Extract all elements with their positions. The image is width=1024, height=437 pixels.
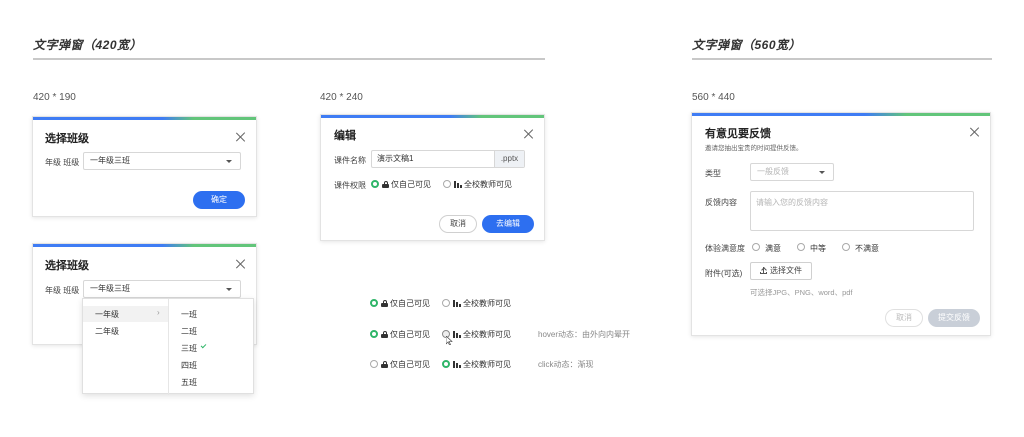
rating-medium-label: 中等: [810, 244, 826, 253]
rating-radio-dissatisfied[interactable]: [842, 243, 850, 251]
dialog-title: 编辑: [334, 130, 356, 142]
radio-all-clicked[interactable]: [442, 360, 450, 368]
radio-self-label: 仅自己可见: [382, 179, 431, 190]
close-icon[interactable]: [524, 129, 534, 139]
section-divider-420: [33, 58, 545, 60]
radio-self-label: 仅自己可见: [381, 359, 430, 370]
file-suffix: .pptx: [494, 151, 524, 167]
radio-self-default[interactable]: [370, 299, 378, 307]
radio-all-label: 全校教师可见: [453, 359, 511, 370]
type-label: 类型: [705, 169, 721, 178]
rating-dissatisfied-label: 不满意: [855, 244, 879, 253]
confirm-button[interactable]: 确定: [193, 191, 245, 209]
select-value: 一年级三班: [90, 156, 130, 165]
upload-icon: [760, 267, 767, 274]
dialog-title: 选择班级: [45, 133, 89, 145]
radio-all-default[interactable]: [442, 299, 450, 307]
content-label: 反馈内容: [705, 198, 737, 207]
dialog-accent-bar: [321, 115, 544, 118]
grade-item[interactable]: 二年级: [95, 326, 119, 337]
name-value: 演示文稿1: [377, 154, 414, 163]
building-icon: [453, 300, 461, 307]
grade-class-select[interactable]: 一年级三班: [83, 152, 241, 170]
size-label-420x240: 420 * 240: [320, 92, 363, 103]
select-class-dialog: 选择班级 年级 班级 一年级三班 确定: [32, 116, 257, 217]
grade-column: 一年级 › 二年级: [83, 299, 169, 395]
grade-item[interactable]: 一年级: [95, 309, 119, 320]
building-icon: [454, 181, 462, 188]
class-item[interactable]: 二班: [181, 326, 197, 337]
class-item[interactable]: 一班: [181, 309, 197, 320]
name-input[interactable]: 演示文稿1 .pptx: [371, 150, 525, 168]
dialog-accent-bar: [33, 244, 256, 247]
content-textarea[interactable]: 请输入您的反馈内容: [750, 191, 974, 231]
class-item[interactable]: 五班: [181, 377, 197, 388]
class-item[interactable]: 四班: [181, 360, 197, 371]
lock-icon: [382, 181, 389, 188]
choose-file-button[interactable]: 选择文件: [750, 262, 812, 280]
type-placeholder: 一般反馈: [757, 167, 789, 176]
size-label-560x440: 560 * 440: [692, 92, 735, 103]
select-value: 一年级三班: [90, 284, 130, 293]
section-title-420: 文字弹窗（420宽）: [33, 38, 143, 52]
rating-label: 体验满意度: [705, 244, 745, 253]
cursor-icon: [446, 336, 453, 345]
type-select[interactable]: 一般反馈: [750, 163, 834, 181]
close-icon[interactable]: [236, 132, 246, 142]
radio-all-label: 全校教师可见: [453, 329, 511, 340]
file-type-hint: 可选择JPG、PNG、word、pdf: [750, 288, 853, 297]
content-placeholder: 请输入您的反馈内容: [756, 198, 828, 207]
caret-down-icon: [226, 288, 232, 291]
rating-satisfied-label: 满意: [765, 244, 781, 253]
dialog-accent-bar: [692, 113, 990, 116]
section-title-560: 文字弹窗（560宽）: [692, 38, 802, 52]
radio-self-label: 仅自己可见: [381, 298, 430, 309]
caret-down-icon: [819, 171, 825, 174]
lock-icon: [381, 361, 388, 368]
class-item-selected[interactable]: 三班: [181, 343, 197, 354]
edit-button[interactable]: 去编辑: [482, 215, 534, 233]
grade-class-select[interactable]: 一年级三班: [83, 280, 241, 298]
radio-self-selected[interactable]: [371, 180, 379, 188]
submit-feedback-button[interactable]: 提交反馈: [928, 309, 980, 327]
cascader-dropdown: 一年级 › 二年级 一班 二班 三班 四班 五班: [82, 298, 254, 395]
permission-label: 课件权限: [334, 181, 366, 190]
close-icon[interactable]: [236, 259, 246, 269]
size-label-420x190: 420 * 190: [33, 92, 76, 103]
edit-dialog: 编辑 课件名称 演示文稿1 .pptx 课件权限 仅自己可见 全校教师可见 取消…: [320, 114, 545, 241]
feedback-dialog: 有意见要反馈 邀请您抽出宝贵的时间提供反馈。 类型 一般反馈 反馈内容 请输入您…: [691, 112, 991, 336]
dialog-subtitle: 邀请您抽出宝贵的时间提供反馈。: [705, 145, 803, 152]
attachment-label: 附件(可选): [705, 269, 743, 278]
radio-all-label: 全校教师可见: [453, 298, 511, 309]
building-icon: [453, 331, 461, 338]
close-icon[interactable]: [970, 127, 980, 137]
caret-down-icon: [226, 160, 232, 163]
hover-note: hover动态：由外向内晕开: [538, 330, 631, 339]
dialog-title: 选择班级: [45, 260, 89, 272]
check-icon: [200, 342, 207, 349]
rating-radio-medium[interactable]: [797, 243, 805, 251]
grade-class-label: 年级 班级: [45, 286, 80, 295]
cancel-button[interactable]: 取消: [439, 215, 477, 233]
radio-self-click-row[interactable]: [370, 360, 378, 368]
radio-all[interactable]: [443, 180, 451, 188]
radio-self-label: 仅自己可见: [381, 329, 430, 340]
dialog-title: 有意见要反馈: [705, 128, 771, 140]
name-label: 课件名称: [334, 156, 366, 165]
radio-self-hover-row[interactable]: [370, 330, 378, 338]
lock-icon: [381, 300, 388, 307]
click-note: click动态：渐现: [538, 360, 594, 369]
building-icon: [453, 361, 461, 368]
grade-class-label: 年级 班级: [45, 158, 80, 167]
section-divider-560: [692, 58, 992, 60]
radio-all-label: 全校教师可见: [454, 179, 512, 190]
cancel-button[interactable]: 取消: [885, 309, 923, 327]
lock-icon: [381, 331, 388, 338]
chevron-right-icon: ›: [157, 308, 160, 317]
rating-radio-satisfied[interactable]: [752, 243, 760, 251]
dialog-accent-bar: [33, 117, 256, 120]
